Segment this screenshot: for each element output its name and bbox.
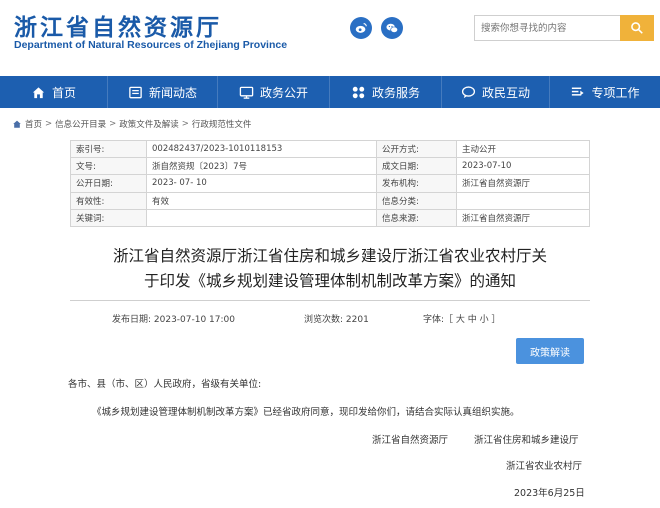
meta-value xyxy=(456,191,590,210)
salutation: 各市、县（市、区）人民政府，省级有关单位: xyxy=(68,379,262,390)
font-size-selector[interactable]: 字体:［ 大 中 小 ］ xyxy=(423,312,500,325)
nav-item-gov-services[interactable]: 政务服务 xyxy=(330,76,442,108)
meta-value: 有效 xyxy=(146,191,377,210)
policy-interpretation-button[interactable]: 政策解读 xyxy=(516,338,584,364)
signer: 浙江省农业农村厅 xyxy=(506,461,583,472)
nav-item-label: 政民互动 xyxy=(481,85,530,100)
meta-label: 有效性: xyxy=(70,191,147,210)
article-title: 浙江省自然资源厅浙江省住房和城乡建设厅浙江省农业农村厅关 于印发《城乡规划建设管… xyxy=(70,244,590,294)
meta-value: 浙江省自然资源厅 xyxy=(456,174,590,193)
weibo-icon[interactable] xyxy=(350,17,372,39)
breadcrumb-link[interactable]: 行政规范性文件 xyxy=(192,118,252,130)
search-input[interactable] xyxy=(474,15,620,41)
meta-value: 2023-07-10 xyxy=(456,157,590,176)
table-row: 公开日期: 2023- 07- 10 发布机构: 浙江省自然资源厅 xyxy=(70,174,590,193)
meta-label: 索引号: xyxy=(70,139,147,159)
table-row: 索引号: 002482437/2023-1010118153 公开方式: 主动公… xyxy=(70,139,590,159)
site-logo-title[interactable]: 浙江省自然资源厅 xyxy=(14,8,222,42)
monitor-icon xyxy=(239,86,254,99)
table-row: 关键词: 信息来源: 浙江省自然资源厅 xyxy=(70,208,590,227)
meta-label: 信息分类: xyxy=(376,191,457,210)
nav-item-label: 政务服务 xyxy=(371,85,420,100)
breadcrumb: 首页 > 信息公开目录 > 政策文件及解读 > 行政规范性文件 xyxy=(12,118,251,130)
list-icon xyxy=(572,87,585,96)
meta-label: 公开日期: xyxy=(70,174,147,193)
site-header: 浙江省自然资源厅 Department of Natural Resources… xyxy=(0,0,660,76)
breadcrumb-link[interactable]: 首页 xyxy=(25,118,42,130)
meta-label: 关键词: xyxy=(70,208,147,227)
article-title-line: 浙江省自然资源厅浙江省住房和城乡建设厅浙江省农业农村厅关 xyxy=(112,247,547,265)
nav-item-news[interactable]: 新闻动态 xyxy=(108,76,218,108)
nav-item-label: 首页 xyxy=(51,85,76,100)
signer: 浙江省住房和城乡建设厅 xyxy=(474,435,579,446)
search-icon xyxy=(631,22,643,34)
home-icon xyxy=(13,120,21,128)
publish-time: 发布日期: 2023-07-10 17:00 xyxy=(112,315,235,325)
signer: 浙江省自然资源厅 xyxy=(372,435,449,446)
breadcrumb-separator: > xyxy=(109,119,117,129)
title-divider xyxy=(70,300,590,301)
nav-item-gov-affairs[interactable]: 政务公开 xyxy=(218,76,330,108)
site-logo-subtitle: Department of Natural Resources of Zheji… xyxy=(14,39,288,51)
meta-value: 002482437/2023-1010118153 xyxy=(146,139,377,159)
nav-item-label: 专项工作 xyxy=(591,85,640,100)
wechat-icon[interactable] xyxy=(381,17,403,39)
main-nav: 首页 新闻动态 政务公开 政务服务 政民互动 专项工作 xyxy=(0,76,660,108)
view-count: 浏览次数: 2201 xyxy=(304,315,369,325)
nav-item-label: 新闻动态 xyxy=(148,85,197,100)
news-icon xyxy=(129,86,142,98)
nav-item-home[interactable]: 首页 xyxy=(0,76,108,108)
table-row: 有效性: 有效 信息分类: xyxy=(70,191,590,210)
table-row: 文号: 浙自然资规〔2023〕7号 成文日期: 2023-07-10 xyxy=(70,157,590,176)
nav-item-interaction[interactable]: 政民互动 xyxy=(442,76,550,108)
chat-icon xyxy=(461,85,476,98)
search-button[interactable] xyxy=(620,15,654,41)
meta-label: 信息来源: xyxy=(376,208,457,227)
meta-value: 2023- 07- 10 xyxy=(146,174,377,193)
nav-item-label: 政务公开 xyxy=(259,85,308,100)
meta-value xyxy=(146,208,377,227)
meta-value: 浙自然资规〔2023〕7号 xyxy=(146,157,377,176)
document-meta-table: 索引号: 002482437/2023-1010118153 公开方式: 主动公… xyxy=(70,139,590,227)
meta-label: 发布机构: xyxy=(376,174,457,193)
nav-item-special-work[interactable]: 专项工作 xyxy=(550,76,660,108)
meta-value: 主动公开 xyxy=(456,139,590,159)
meta-label: 成文日期: xyxy=(376,157,457,176)
article-title-line: 于印发《城乡规划建设管理体制机制改革方案》的通知 xyxy=(143,272,516,290)
document-date: 2023年6月25日 xyxy=(514,488,585,499)
home-icon xyxy=(32,86,45,98)
breadcrumb-separator: > xyxy=(181,119,189,129)
meta-label: 公开方式: xyxy=(376,139,457,159)
breadcrumb-link[interactable]: 政策文件及解读 xyxy=(119,118,179,130)
breadcrumb-separator: > xyxy=(45,119,53,129)
breadcrumb-link[interactable]: 信息公开目录 xyxy=(55,118,106,130)
meta-label: 文号: xyxy=(70,157,147,176)
body-paragraph: 《城乡规划建设管理体制机制改革方案》已经省政府同意，现印发给你们，请结合实际认真… xyxy=(92,407,520,418)
grid-icon xyxy=(352,86,365,98)
meta-value: 浙江省自然资源厅 xyxy=(456,208,590,227)
